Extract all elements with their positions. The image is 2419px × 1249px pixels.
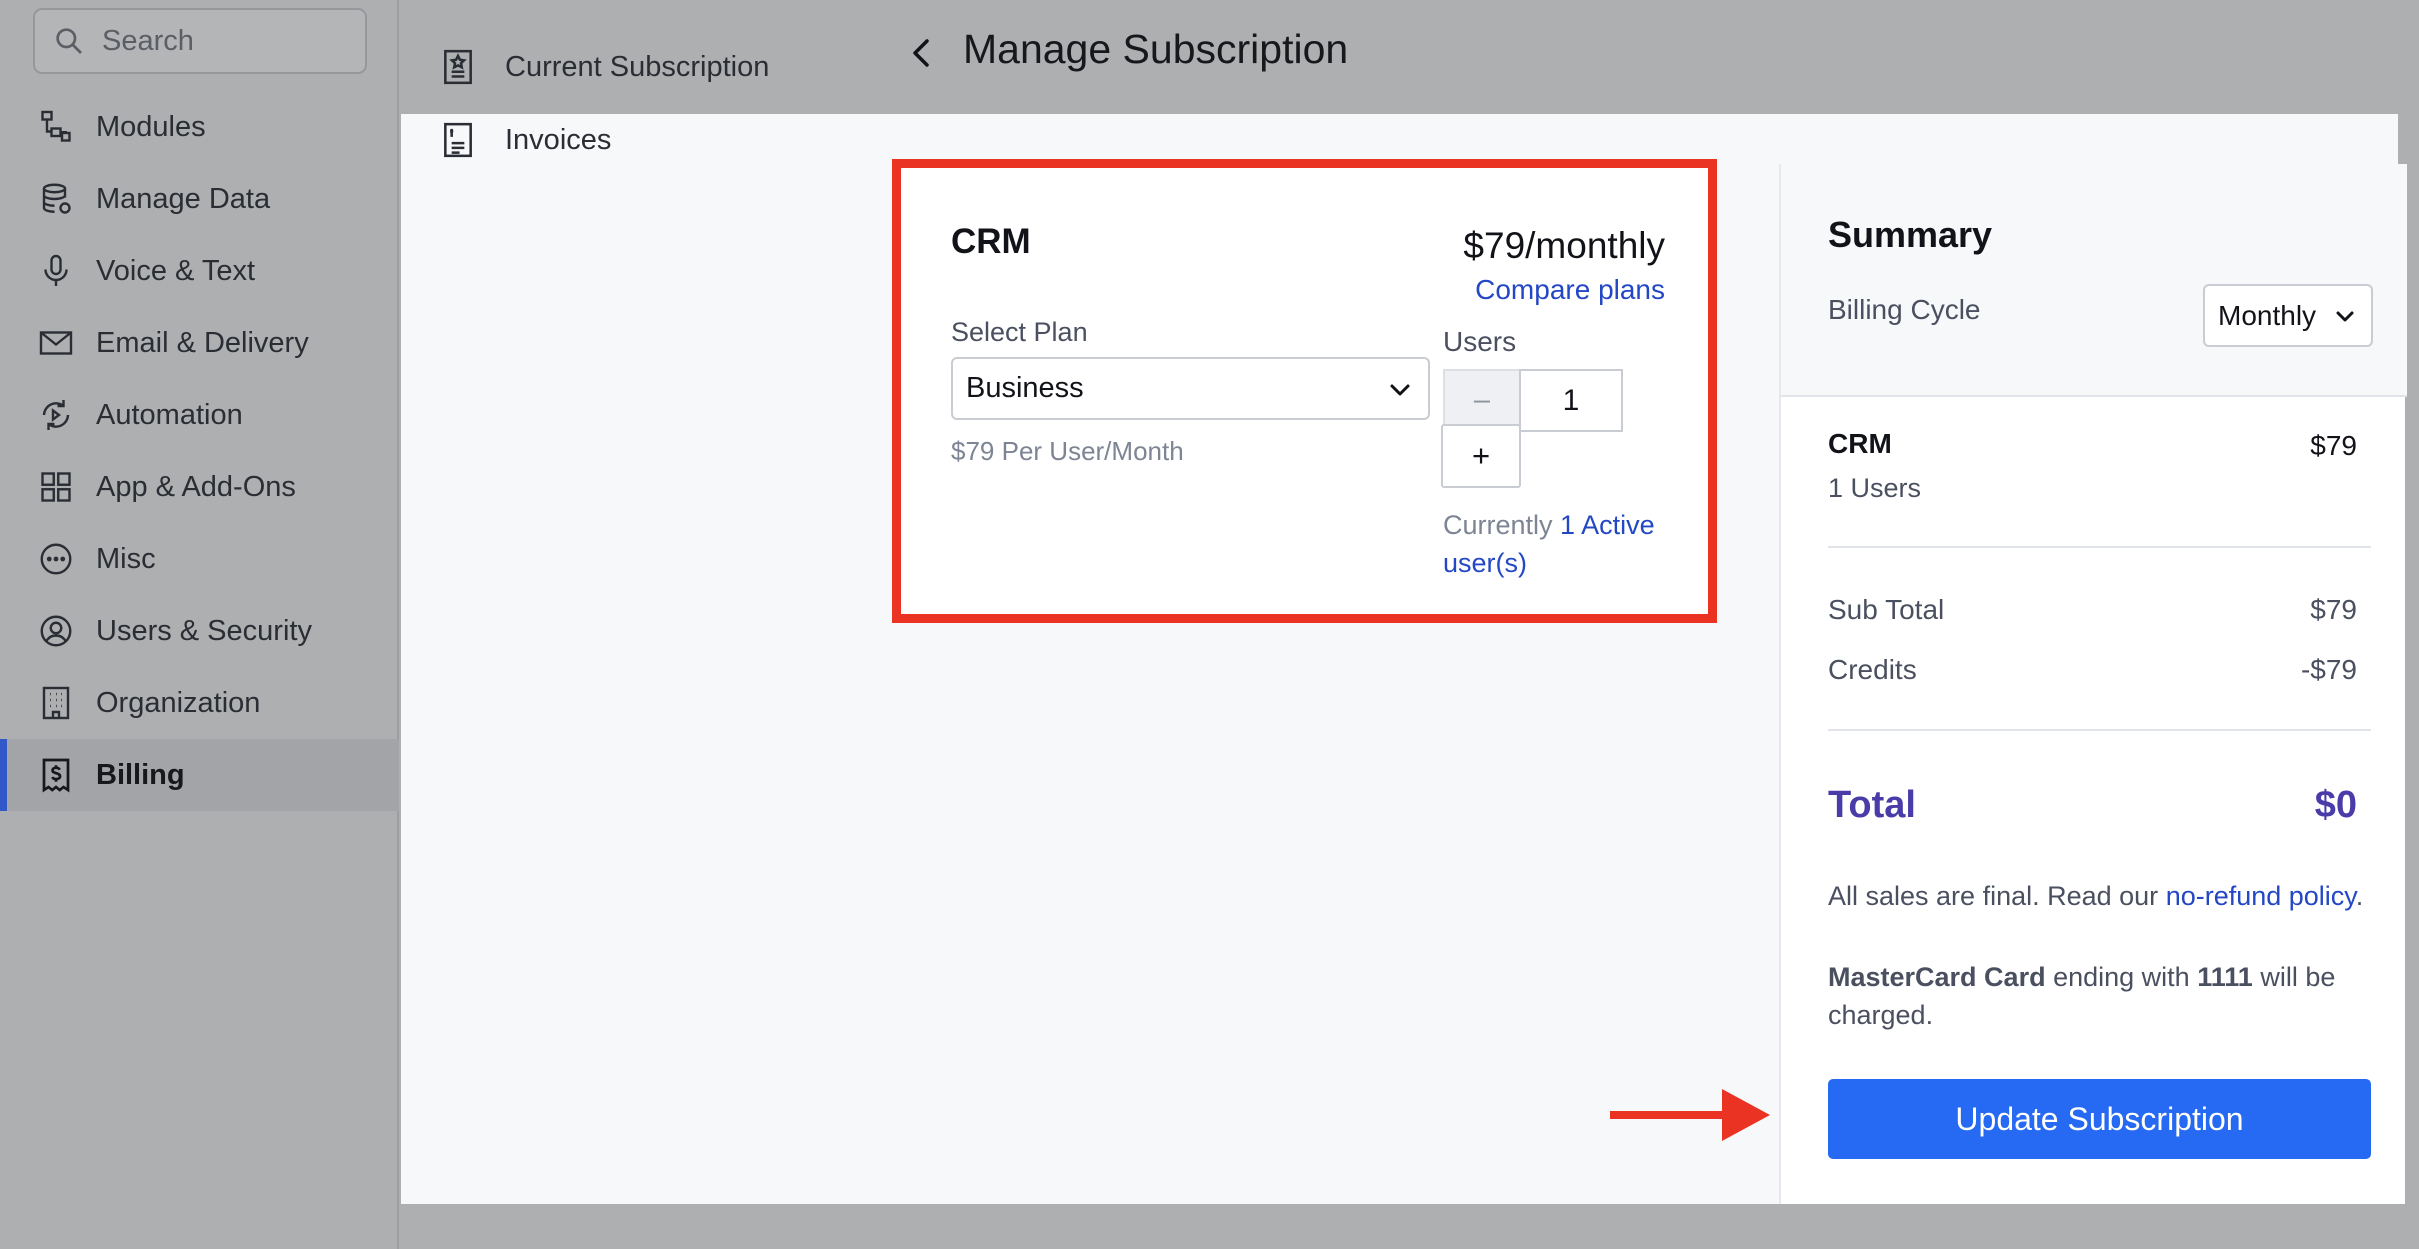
sidebar-item-label: Manage Data bbox=[96, 182, 271, 215]
grid-icon bbox=[41, 472, 71, 502]
users-label: Users bbox=[1443, 326, 1517, 357]
billing-cycle-select[interactable]: Monthly bbox=[2203, 284, 2373, 347]
subnav-item-current-subscription[interactable]: Current Subscription bbox=[441, 42, 769, 92]
plan-select-value: Business bbox=[966, 372, 1084, 404]
sidebar-item-billing[interactable]: Billing bbox=[0, 739, 399, 811]
sidebar-item-label: Organization bbox=[96, 686, 261, 719]
summary-item-users: 1 Users bbox=[1828, 473, 1922, 503]
search-icon bbox=[56, 28, 82, 54]
chevron-down-icon bbox=[1390, 384, 1410, 396]
subnav-item-label: Current Subscription bbox=[505, 50, 770, 83]
sidebar-item-label: Automation bbox=[96, 398, 243, 431]
sidebar-item-label: Users & Security bbox=[96, 614, 312, 647]
card-last4: 1111 bbox=[2197, 962, 2253, 992]
user-circle-icon bbox=[40, 615, 72, 647]
arrow-icon bbox=[1610, 1089, 1770, 1141]
billing-icon bbox=[42, 758, 70, 793]
subtotal-value: $79 bbox=[2310, 594, 2357, 625]
card-brand: MasterCard Card bbox=[1828, 962, 2046, 992]
total-value: $0 bbox=[2314, 784, 2357, 826]
subnav-item-label: Invoices bbox=[505, 123, 612, 156]
building-icon bbox=[42, 686, 70, 720]
active-users-note: Currently 1 Active user(s) bbox=[1443, 506, 1683, 582]
total-label: Total bbox=[1828, 784, 1916, 826]
summary-title: Summary bbox=[1828, 214, 1993, 255]
sidebar-item-organization[interactable]: Organization bbox=[0, 667, 399, 739]
sidebar-item-voice-text[interactable]: Voice & Text bbox=[0, 235, 399, 307]
summary-item-name: CRM bbox=[1828, 428, 1892, 459]
users-quantity-field[interactable]: 1 bbox=[1519, 369, 1623, 432]
sidebar-item-modules[interactable]: Modules bbox=[0, 91, 399, 163]
invoice-icon bbox=[444, 122, 472, 158]
plan-price: $79/monthly bbox=[1463, 225, 1665, 266]
sidebar-item-label: Billing bbox=[96, 758, 185, 791]
back-chevron-icon[interactable] bbox=[906, 33, 936, 73]
credits-label: Credits bbox=[1828, 654, 1917, 685]
sidebar-item-label: Misc bbox=[96, 542, 156, 575]
sidebar-item-label: Modules bbox=[96, 110, 206, 143]
search-input[interactable]: Search bbox=[33, 8, 367, 74]
no-refund-policy-link[interactable]: no-refund policy bbox=[2166, 881, 2356, 911]
sidebar-item-label: App & Add-Ons bbox=[96, 470, 296, 503]
sales-final-text: All sales are final. Read our bbox=[1828, 881, 2159, 911]
database-icon bbox=[42, 183, 71, 214]
sidebar-item-automation[interactable]: Automation bbox=[0, 379, 399, 451]
billing-subnav: Current Subscription Invoices bbox=[401, 0, 888, 1249]
sidebar-item-manage-data[interactable]: Manage Data bbox=[0, 163, 399, 235]
summary-panel: Summary Billing Cycle Monthly CRM $79 1 … bbox=[1779, 164, 2407, 1204]
ellipsis-circle-icon bbox=[40, 543, 72, 575]
sidebar-item-users-security[interactable]: Users & Security bbox=[0, 595, 399, 667]
sales-final-period: . bbox=[2355, 881, 2364, 911]
sidebar-item-app-add-ons[interactable]: App & Add-Ons bbox=[0, 451, 399, 523]
subnav-item-invoices[interactable]: Invoices bbox=[441, 115, 611, 165]
search-placeholder: Search bbox=[102, 24, 194, 57]
card-mid-text: ending with bbox=[2053, 962, 2190, 992]
divider bbox=[1828, 546, 2371, 548]
subscription-icon bbox=[444, 49, 472, 85]
chevron-down-icon bbox=[2336, 311, 2354, 322]
billing-cycle-value: Monthly bbox=[2218, 299, 2317, 331]
automation-icon bbox=[42, 400, 70, 430]
decrement-users-button[interactable]: – bbox=[1443, 369, 1521, 432]
sales-final-note: All sales are final. Read our no-refund … bbox=[1828, 881, 2363, 912]
subtotal-label: Sub Total bbox=[1828, 594, 1945, 625]
envelope-icon bbox=[39, 331, 73, 355]
sidebar-item-label: Email & Delivery bbox=[96, 326, 309, 359]
per-user-price: $79 Per User/Month bbox=[951, 436, 1184, 466]
page-title: Manage Subscription bbox=[963, 26, 1349, 72]
plan-product-name: CRM bbox=[951, 222, 1031, 261]
select-plan-label: Select Plan bbox=[951, 317, 1088, 347]
sidebar-item-email-delivery[interactable]: Email & Delivery bbox=[0, 307, 399, 379]
crm-plan-card: CRM $79/monthly Compare plans Select Pla… bbox=[892, 159, 1717, 623]
currently-text: Currently bbox=[1443, 510, 1553, 540]
modules-icon bbox=[41, 110, 71, 142]
divider bbox=[1828, 729, 2371, 731]
sidebar-item-misc[interactable]: Misc bbox=[0, 523, 399, 595]
summary-header: Summary Billing Cycle Monthly bbox=[1781, 164, 2407, 397]
sidebar-item-label: Voice & Text bbox=[96, 254, 256, 287]
billing-cycle-label: Billing Cycle bbox=[1828, 294, 1981, 325]
increment-users-button[interactable]: + bbox=[1441, 424, 1521, 488]
update-subscription-button[interactable]: Update Subscription bbox=[1828, 1079, 2371, 1159]
card-charge-note: MasterCard Card ending with 1111 will be… bbox=[1828, 958, 2368, 1034]
compare-plans-link[interactable]: Compare plans bbox=[1475, 274, 1665, 306]
microphone-icon bbox=[44, 254, 68, 286]
sidebar: Search Modules Manage Data Voice & Text … bbox=[0, 0, 399, 1249]
plan-select[interactable]: Business bbox=[951, 357, 1430, 420]
summary-item-price: $79 bbox=[2310, 430, 2357, 461]
credits-value: -$79 bbox=[2300, 654, 2357, 685]
